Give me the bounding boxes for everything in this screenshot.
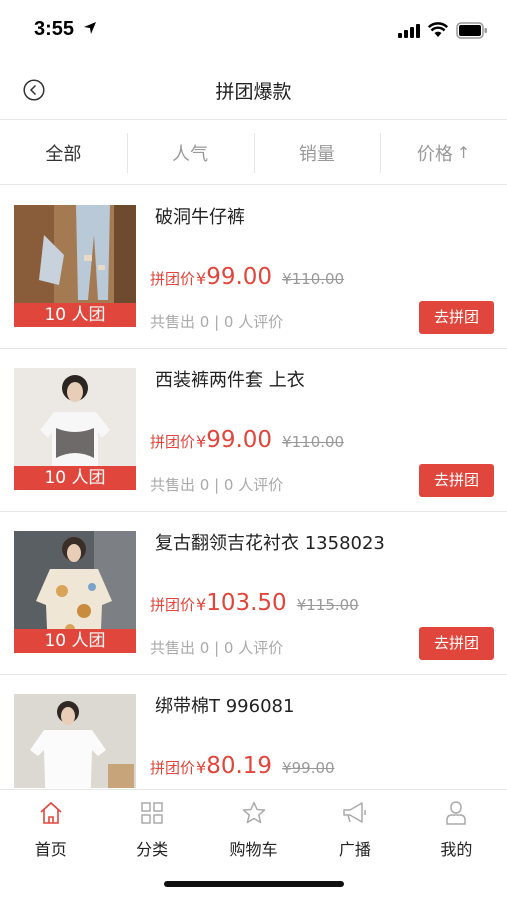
bandage-tee-photo	[14, 694, 136, 788]
price-label: 拼团价	[150, 433, 196, 451]
join-group-button[interactable]: 去拼团	[419, 464, 494, 497]
price-line: 拼团价 ¥ 99.00 ¥110.00	[150, 264, 344, 290]
product-name[interactable]: 破洞牛仔裤	[155, 203, 245, 229]
sales-info: 共售出 0 | 0 人评价	[150, 476, 284, 494]
group-size-badge: 10 人团	[14, 466, 136, 490]
status-time: 3:55	[34, 18, 75, 40]
tab-price-label: 价格	[416, 143, 453, 165]
battery-icon	[456, 22, 487, 39]
tab-home-label: 首页	[34, 840, 67, 859]
status-bar: 3:55	[0, 0, 507, 60]
tab-sales[interactable]: 销量	[253, 121, 381, 184]
star-icon	[242, 801, 265, 824]
product-image[interactable]	[14, 694, 136, 788]
price-line: 拼团价 ¥ 99.00 ¥110.00	[150, 427, 344, 453]
tab-category-label: 分类	[136, 840, 169, 859]
home-icon	[40, 801, 62, 824]
group-price: 103.50	[206, 590, 287, 616]
tab-price[interactable]: 价格 ↑	[380, 121, 507, 184]
group-price: 80.19	[206, 753, 273, 779]
location-arrow-icon	[84, 22, 96, 34]
group-price: 99.00	[206, 264, 273, 290]
original-price: ¥115.00	[296, 596, 359, 614]
tab-category[interactable]: 分类	[101, 790, 202, 864]
product-item[interactable]: 10 人团 西装裤两件套 上衣 拼团价 ¥ 99.00 ¥110.00 共售出 …	[0, 349, 507, 512]
product-image[interactable]: 10 人团	[14, 205, 136, 327]
product-item[interactable]: 绑带棉T 996081 拼团价 ¥ 80.19 ¥99.00	[0, 675, 507, 788]
product-item[interactable]: 10 人团 复古翻领吉花衬衣 1358023 拼团价 ¥ 103.50 ¥115…	[0, 512, 507, 675]
join-group-button[interactable]: 去拼团	[419, 627, 494, 660]
wifi-icon	[428, 22, 448, 37]
price-line: 拼团价 ¥ 80.19 ¥99.00	[150, 753, 335, 779]
bottom-tab-bar: 首页 分类 购物车 广播 我的	[0, 789, 507, 864]
group-size-badge: 10 人团	[14, 303, 136, 327]
page-title: 拼团爆款	[215, 81, 292, 103]
join-group-button[interactable]: 去拼团	[419, 301, 494, 334]
currency-symbol: ¥	[196, 269, 207, 288]
group-price: 99.00	[206, 427, 273, 453]
currency-symbol: ¥	[196, 595, 207, 614]
category-icon	[141, 802, 163, 824]
product-image[interactable]: 10 人团	[14, 531, 136, 653]
currency-symbol: ¥	[196, 758, 207, 777]
product-name[interactable]: 绑带棉T 996081	[155, 692, 294, 718]
nav-bar: 拼团爆款	[0, 60, 507, 120]
megaphone-icon	[343, 802, 366, 823]
tab-popularity-label: 人气	[172, 143, 209, 165]
original-price: ¥110.00	[282, 270, 345, 288]
tab-cart-label: 购物车	[229, 840, 278, 859]
product-item[interactable]: 10 人团 破洞牛仔裤 拼团价 ¥ 99.00 ¥110.00 共售出 0 | …	[0, 186, 507, 349]
product-name[interactable]: 复古翻领吉花衬衣 1358023	[155, 529, 385, 555]
tab-cart[interactable]: 购物车	[203, 790, 304, 864]
cellular-signal-icon	[398, 24, 420, 38]
tab-broadcast-label: 广播	[338, 840, 371, 859]
product-list: 10 人团 破洞牛仔裤 拼团价 ¥ 99.00 ¥110.00 共售出 0 | …	[0, 186, 507, 788]
product-name[interactable]: 西装裤两件套 上衣	[155, 366, 305, 392]
price-label: 拼团价	[150, 596, 196, 614]
original-price: ¥110.00	[282, 433, 345, 451]
tab-popularity[interactable]: 人气	[126, 121, 254, 184]
sort-up-arrow-icon: ↑	[456, 143, 471, 162]
tab-home[interactable]: 首页	[0, 790, 101, 864]
currency-symbol: ¥	[196, 432, 207, 451]
sort-bar: 全部 人气 销量 价格 ↑	[0, 121, 507, 185]
tab-me-label: 我的	[440, 840, 473, 859]
product-image[interactable]: 10 人团	[14, 368, 136, 490]
tab-me[interactable]: 我的	[406, 790, 507, 864]
tab-all-label: 全部	[45, 143, 82, 165]
price-line: 拼团价 ¥ 103.50 ¥115.00	[150, 590, 359, 616]
home-indicator[interactable]	[164, 881, 344, 887]
group-size-badge: 10 人团	[14, 629, 136, 653]
original-price: ¥99.00	[282, 759, 335, 777]
sales-info: 共售出 0 | 0 人评价	[150, 313, 284, 331]
sales-info: 共售出 0 | 0 人评价	[150, 639, 284, 657]
user-icon	[446, 801, 467, 825]
tab-broadcast[interactable]: 广播	[304, 790, 405, 864]
price-label: 拼团价	[150, 270, 196, 288]
price-label: 拼团价	[150, 759, 196, 777]
tab-all[interactable]: 全部	[0, 121, 127, 184]
tab-sales-label: 销量	[298, 143, 335, 165]
